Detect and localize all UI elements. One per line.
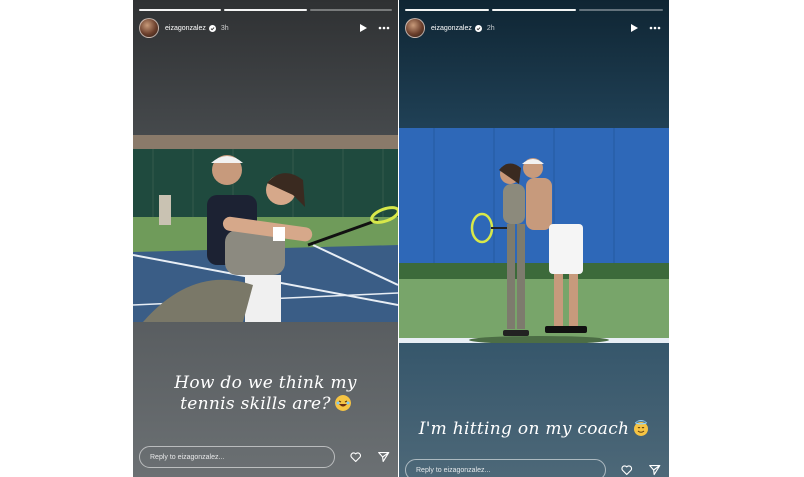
story-caption: How do we think my tennis skills are?: [133, 373, 398, 415]
heart-icon[interactable]: [349, 450, 362, 464]
play-icon[interactable]: [629, 23, 639, 33]
verified-badge-icon: [208, 24, 216, 32]
laughing-emoji-icon: [334, 395, 351, 411]
story-header: eizagonzalez 3h: [139, 18, 390, 38]
more-options-icon[interactable]: [649, 23, 661, 33]
progress-segment: [309, 9, 392, 11]
avatar[interactable]: [139, 18, 159, 38]
story-panel-right: eizagonzalez 2h I'm hitting on my coach …: [399, 0, 669, 477]
reply-bar: Reply to eizagonzalez...: [405, 459, 661, 477]
caption-line: tennis skills are?: [180, 394, 331, 414]
send-icon[interactable]: [648, 463, 662, 477]
story-photo: [399, 128, 669, 343]
story-progress: [139, 9, 392, 11]
more-options-icon[interactable]: [378, 23, 390, 33]
progress-segment: [224, 9, 307, 11]
smiling-halo-emoji-icon: [634, 420, 649, 436]
story-header: eizagonzalez 2h: [405, 18, 661, 38]
story-progress: [405, 9, 663, 11]
username[interactable]: eizagonzalez: [165, 25, 206, 32]
story-panel-left: eizagonzalez 3h How do we think my tenni…: [133, 0, 398, 477]
progress-segment: [492, 9, 576, 11]
post-time: 2h: [486, 24, 495, 32]
avatar[interactable]: [405, 18, 425, 38]
progress-segment: [579, 9, 663, 11]
username[interactable]: eizagonzalez: [431, 25, 472, 32]
progress-segment: [139, 9, 222, 11]
reply-bar: Reply to eizagonzalez...: [139, 446, 390, 468]
progress-segment: [405, 9, 489, 11]
send-icon[interactable]: [377, 450, 390, 464]
story-photo: [133, 135, 398, 322]
post-time: 3h: [220, 24, 229, 32]
story-caption: I'm hitting on my coach: [399, 419, 669, 440]
heart-icon[interactable]: [620, 463, 634, 477]
verified-badge-icon: [474, 24, 482, 32]
reply-input[interactable]: Reply to eizagonzalez...: [405, 459, 606, 477]
caption-line: I'm hitting on my coach: [418, 419, 630, 439]
play-icon[interactable]: [358, 23, 368, 33]
reply-input[interactable]: Reply to eizagonzalez...: [139, 446, 336, 468]
caption-line: How do we think my: [174, 373, 357, 393]
